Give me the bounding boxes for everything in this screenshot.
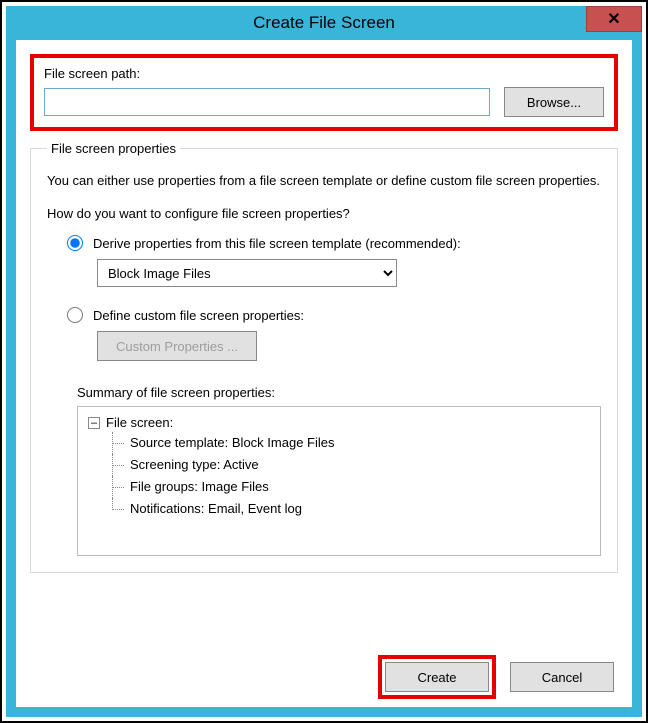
properties-legend: File screen properties: [47, 141, 180, 156]
radio-template-row[interactable]: Derive properties from this file screen …: [67, 235, 601, 251]
summary-tree: – File screen: Source template: Block Im…: [88, 415, 590, 520]
tree-item: Notifications: Email, Event log: [106, 498, 590, 520]
tree-item: Screening type: Active: [106, 454, 590, 476]
titlebar: Create File Screen ✕: [6, 6, 642, 40]
window-title: Create File Screen: [253, 13, 395, 33]
template-select[interactable]: Block Image Files: [97, 259, 397, 287]
summary-label: Summary of file screen properties:: [77, 385, 601, 400]
tree-item: File groups: Image Files: [106, 476, 590, 498]
custom-properties-button: Custom Properties ...: [97, 331, 257, 361]
path-section: File screen path: Browse...: [30, 54, 618, 131]
radio-custom-label: Define custom file screen properties:: [93, 308, 304, 323]
properties-group: File screen properties You can either us…: [30, 141, 618, 573]
tree-root-item: – File screen: Source template: Block Im…: [88, 415, 590, 520]
tree-toggle-icon[interactable]: –: [88, 417, 100, 429]
create-button[interactable]: Create: [385, 662, 489, 692]
path-input[interactable]: [44, 88, 490, 116]
custom-button-row: Custom Properties ...: [97, 331, 601, 361]
footer-buttons: Create Cancel: [378, 655, 614, 699]
browse-button[interactable]: Browse...: [504, 87, 604, 117]
cancel-button[interactable]: Cancel: [510, 662, 614, 692]
path-row: Browse...: [44, 87, 604, 117]
create-highlight: Create: [378, 655, 496, 699]
path-label: File screen path:: [44, 66, 604, 81]
tree-children: Source template: Block Image Files Scree…: [106, 432, 590, 520]
close-button[interactable]: ✕: [586, 6, 642, 32]
radio-template[interactable]: [67, 235, 83, 251]
summary-box: – File screen: Source template: Block Im…: [77, 406, 601, 556]
radio-custom[interactable]: [67, 307, 83, 323]
radio-custom-row[interactable]: Define custom file screen properties:: [67, 307, 601, 323]
radio-template-label: Derive properties from this file screen …: [93, 236, 461, 251]
properties-intro: You can either use properties from a fil…: [47, 172, 601, 190]
tree-root-label: File screen:: [106, 415, 173, 430]
client-area: File screen path: Browse... File screen …: [16, 40, 632, 707]
properties-question: How do you want to configure file screen…: [47, 206, 601, 221]
window: Create File Screen ✕ File screen path: B…: [6, 6, 642, 717]
window-frame: Create File Screen ✕ File screen path: B…: [0, 0, 648, 723]
tree-item: Source template: Block Image Files: [106, 432, 590, 454]
close-icon: ✕: [607, 9, 620, 29]
